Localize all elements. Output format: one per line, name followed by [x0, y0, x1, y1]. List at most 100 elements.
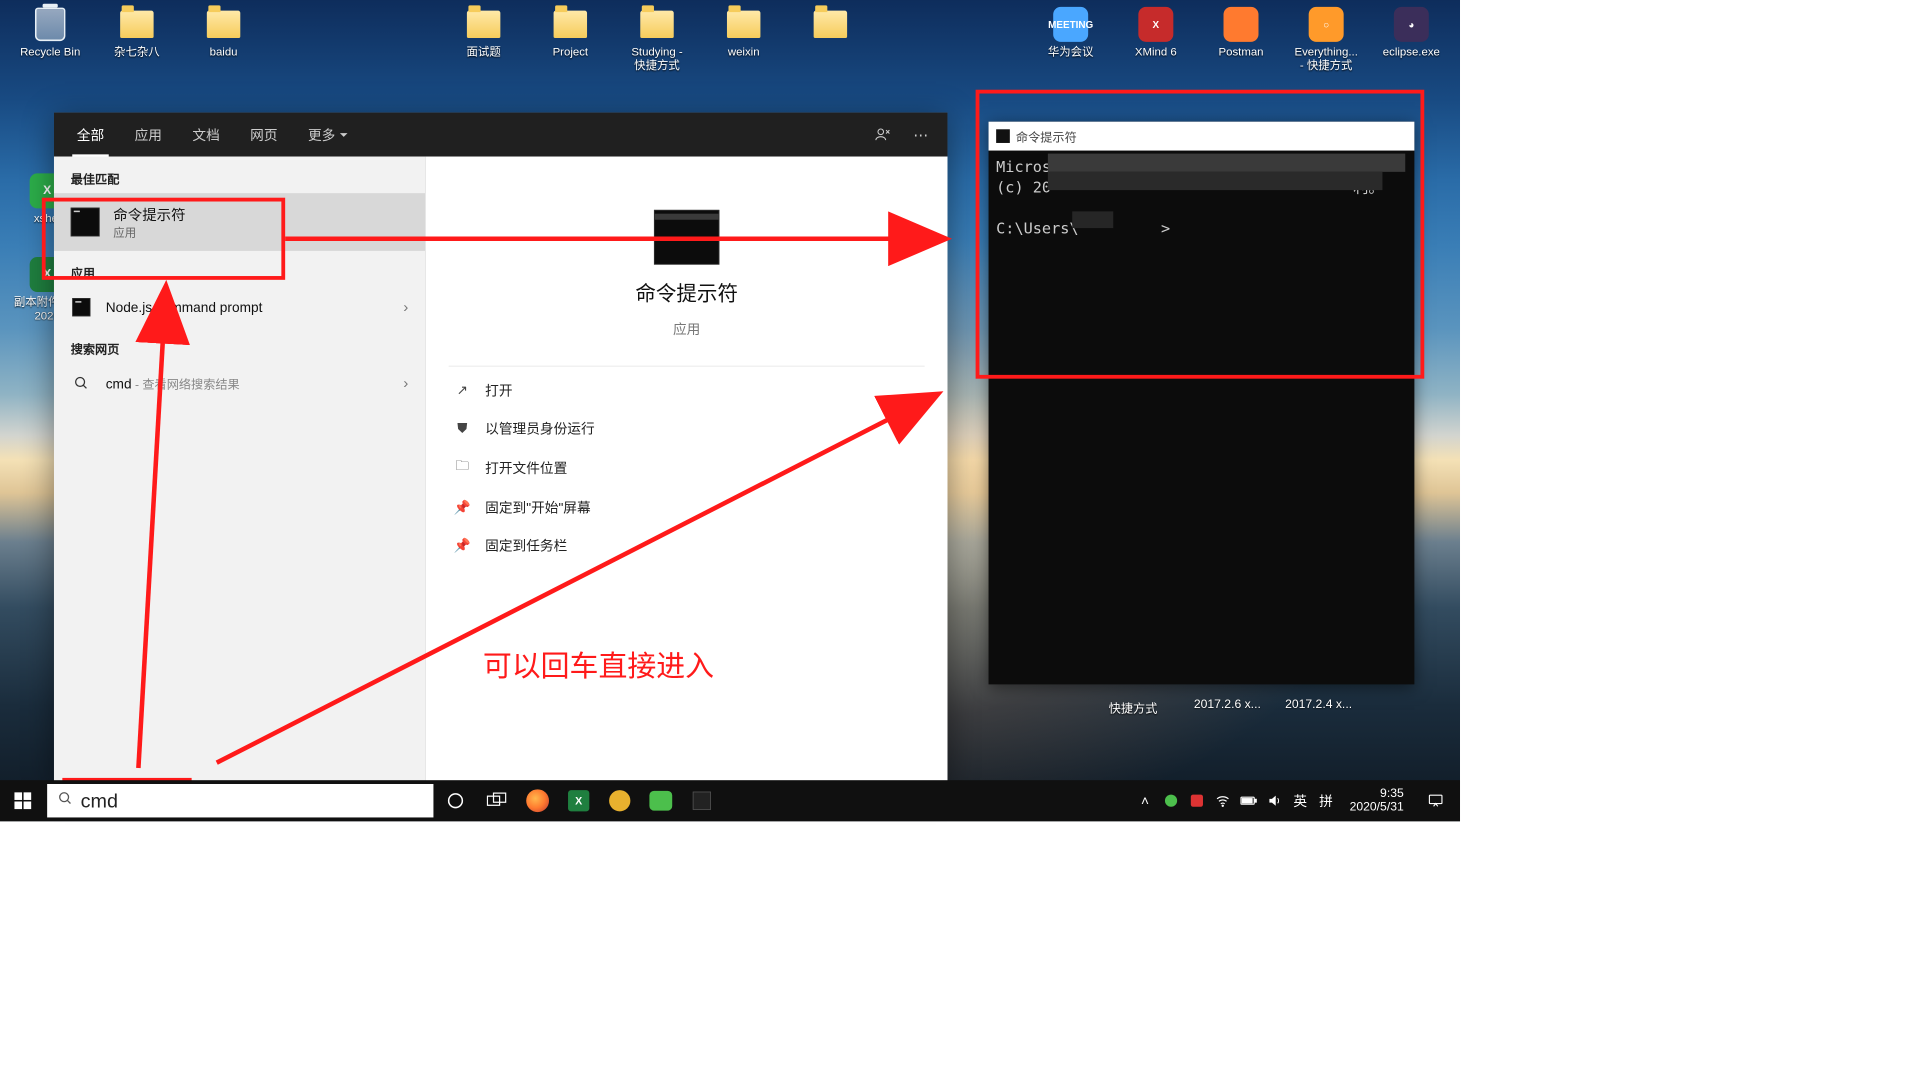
folder-icon — [119, 6, 156, 43]
action-open-location[interactable]: 🗀打开文件位置 — [449, 447, 925, 488]
chevron-right-icon: › — [403, 298, 408, 315]
desktop-icon-label: Recycle Bin — [20, 46, 80, 60]
desktop-icon[interactable]: Postman — [1201, 6, 1280, 59]
app-icon: ◕ — [1393, 6, 1430, 43]
action-pin-taskbar[interactable]: 📌固定到任务栏 — [449, 526, 925, 564]
search-icon — [58, 791, 73, 811]
preview-subtitle: 应用 — [673, 319, 700, 339]
cmd-icon — [996, 129, 1010, 143]
cmd-window[interactable]: 命令提示符 Micros (c) 20 利。 C:\Users\ > — [989, 122, 1415, 685]
desktop-icon-label: 面试题 — [467, 46, 501, 60]
desktop-icon-label: Studying -快捷方式 — [631, 46, 682, 73]
ime-language[interactable]: 英 — [1289, 780, 1312, 821]
taskbar-app-excel[interactable]: X — [558, 780, 599, 821]
desktop-icon[interactable] — [791, 6, 870, 46]
wifi-icon[interactable] — [1211, 780, 1234, 821]
desktop-icon-label: 华为会议 — [1048, 46, 1094, 60]
best-match-title: 命令提示符 — [113, 204, 185, 225]
clock-date: 2020/5/31 — [1350, 801, 1404, 815]
taskbar-search[interactable] — [47, 784, 433, 817]
desktop-icon[interactable]: 面试题 — [444, 6, 523, 59]
desktop-icon-label: eclipse.exe — [1383, 46, 1440, 60]
desktop-icon-label: weixin — [728, 46, 760, 60]
section-apps: 应用 — [54, 251, 425, 288]
search-icon — [71, 373, 92, 394]
desktop-icon[interactable]: ○ Everything...- 快捷方式 — [1287, 6, 1366, 73]
desktop-icon[interactable]: MEETING 华为会议 — [1031, 6, 1110, 59]
best-match-subtitle: 应用 — [113, 224, 185, 240]
folder-icon — [552, 6, 589, 43]
taskbar-app-cmd[interactable] — [681, 780, 722, 821]
desktop-icon-label: Project — [553, 46, 589, 60]
folder-icon: 🗀 — [453, 456, 471, 479]
folder-icon — [205, 6, 242, 43]
search-input[interactable] — [81, 789, 423, 813]
desktop-icon-label: 杂七杂八 — [114, 46, 160, 60]
tab-web[interactable]: 网页 — [235, 113, 293, 157]
tab-docs[interactable]: 文档 — [177, 113, 235, 157]
feedback-icon[interactable] — [864, 113, 902, 157]
desktop-icon-label: 2017.2.4 x... — [1285, 698, 1352, 712]
desktop-icon[interactable]: Project — [531, 6, 610, 59]
action-run-admin[interactable]: ⛊以管理员身份运行 — [449, 409, 925, 447]
admin-icon: ⛊ — [453, 420, 471, 436]
tab-more[interactable]: 更多 — [293, 113, 363, 157]
taskbar-clock[interactable]: 9:35 2020/5/31 — [1340, 787, 1412, 815]
search-results-panel: 全部 应用 文档 网页 更多 ⋯ 最佳匹配 命令提示符 应用 应用 Node.j… — [54, 113, 947, 782]
app-icon — [1223, 6, 1260, 43]
desktop-icon-label: Everything...- 快捷方式 — [1294, 46, 1357, 73]
desktop-icon[interactable]: ◕ eclipse.exe — [1372, 6, 1451, 59]
cmd-window-body[interactable]: Micros (c) 20 利。 C:\Users\ > — [989, 151, 1415, 685]
taskbar-app[interactable] — [599, 780, 640, 821]
app-icon: ○ — [1308, 6, 1345, 43]
volume-icon[interactable] — [1263, 780, 1286, 821]
best-match-item[interactable]: 命令提示符 应用 — [54, 193, 425, 251]
ime-mode[interactable]: 拼 — [1315, 780, 1338, 821]
action-pin-start[interactable]: 📌固定到"开始"屏幕 — [449, 488, 925, 526]
desktop-icon-label: Postman — [1218, 46, 1263, 60]
cmd-window-title: 命令提示符 — [1016, 127, 1077, 145]
app-result-item[interactable]: Node.js command prompt › — [54, 287, 425, 327]
desktop-icon-label: baidu — [210, 46, 238, 60]
task-view-button[interactable] — [476, 780, 517, 821]
desktop-icon-label: XMind 6 — [1135, 46, 1177, 60]
battery-icon[interactable] — [1237, 780, 1260, 821]
folder-icon — [639, 6, 676, 43]
search-preview-pane: 命令提示符 应用 ↗打开 ⛊以管理员身份运行 🗀打开文件位置 📌固定到"开始"屏… — [425, 157, 947, 782]
desktop-icon[interactable]: baidu — [184, 6, 263, 59]
tray-app-icon[interactable] — [1159, 780, 1182, 821]
more-options-icon[interactable]: ⋯ — [902, 113, 940, 157]
clock-time: 9:35 — [1380, 787, 1404, 801]
desktop-icon[interactable]: X XMind 6 — [1116, 6, 1195, 59]
tray-overflow-icon[interactable]: ˄ — [1134, 780, 1157, 821]
start-button[interactable] — [0, 780, 46, 821]
section-best-match: 最佳匹配 — [54, 157, 425, 194]
desktop-icon[interactable]: 杂七杂八 — [97, 6, 176, 59]
taskbar-app-firefox[interactable] — [517, 780, 558, 821]
windows-logo-icon — [14, 792, 31, 809]
cortana-button[interactable] — [435, 780, 476, 821]
desktop-icon-label: 快捷方式 — [1109, 698, 1158, 716]
folder-icon — [465, 6, 502, 43]
search-results-list: 最佳匹配 命令提示符 应用 应用 Node.js command prompt … — [54, 157, 425, 782]
web-result-item[interactable]: cmd - 查看网络搜索结果 › — [54, 363, 425, 403]
app-icon: MEETING — [1052, 6, 1089, 43]
web-result-label: cmd - 查看网络搜索结果 — [106, 374, 390, 392]
desktop-icon-label: 2017.2.6 x... — [1194, 698, 1261, 712]
cmd-window-titlebar[interactable]: 命令提示符 — [989, 122, 1415, 151]
action-open[interactable]: ↗打开 — [449, 371, 925, 409]
recycle-bin-icon — [32, 6, 69, 43]
tab-all[interactable]: 全部 — [62, 113, 120, 157]
pin-icon: 📌 — [453, 499, 471, 515]
tab-apps[interactable]: 应用 — [119, 113, 177, 157]
section-web: 搜索网页 — [54, 327, 425, 364]
tray-app-icon[interactable] — [1185, 780, 1208, 821]
action-center-button[interactable] — [1416, 780, 1456, 821]
desktop-icon[interactable]: Recycle Bin — [11, 6, 90, 59]
cmd-icon — [72, 298, 90, 316]
taskbar-app-wechat[interactable] — [640, 780, 681, 821]
folder-icon — [725, 6, 762, 43]
app-icon: X — [1138, 6, 1175, 43]
desktop-icon[interactable]: Studying -快捷方式 — [617, 6, 696, 73]
desktop-icon[interactable]: weixin — [704, 6, 783, 59]
